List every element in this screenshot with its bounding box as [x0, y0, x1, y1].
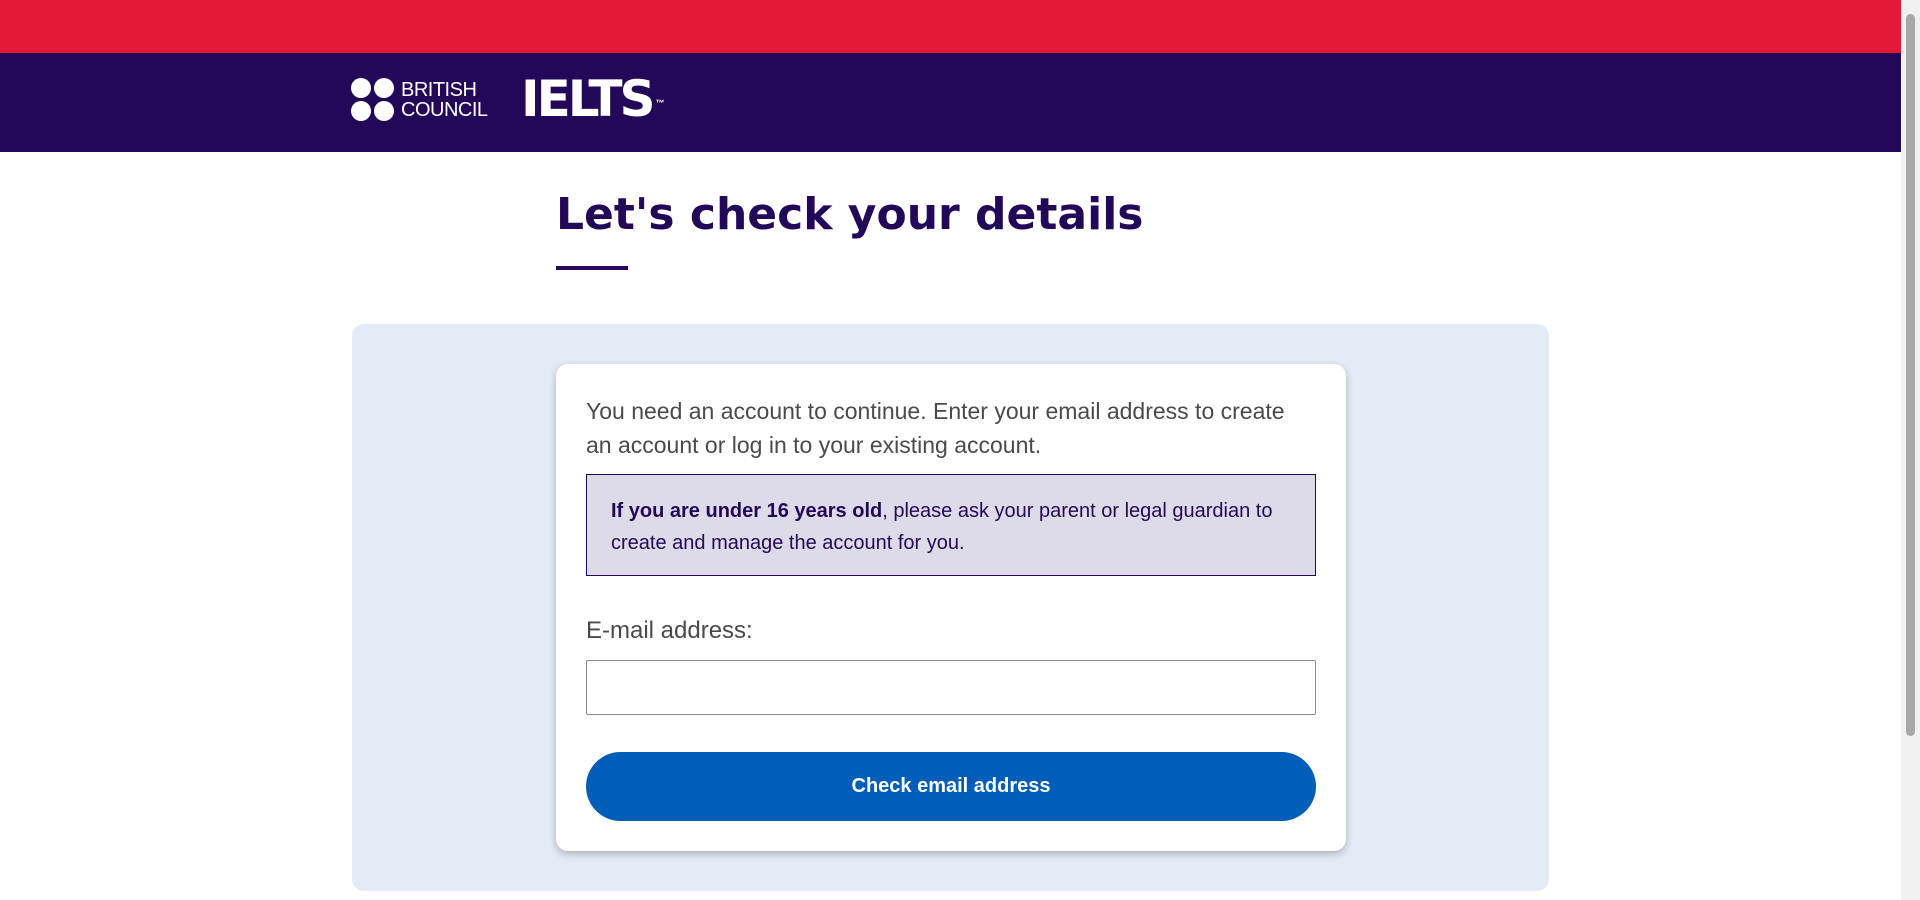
- page-title: Let's check your details: [556, 189, 1144, 240]
- title-underline: [556, 266, 628, 270]
- top-brand-strip: [0, 0, 1901, 53]
- email-label: E-mail address:: [586, 617, 753, 644]
- age-notice-bold: If you are under 16 years old: [611, 500, 883, 522]
- site-header: [0, 53, 1901, 152]
- british-council-dots-icon: [351, 78, 395, 122]
- scrollbar-thumb[interactable]: [1906, 14, 1915, 736]
- intro-text: You need an account to continue. Enter y…: [586, 398, 1285, 458]
- ielts-logo[interactable]: IELTS ™: [521, 74, 665, 124]
- age-notice: If you are under 16 years old, please as…: [586, 474, 1316, 576]
- british-council-wordmark: BRITISH COUNCIL: [401, 80, 488, 120]
- ielts-wordmark: IELTS: [521, 70, 655, 128]
- bc-line-2: COUNCIL: [401, 99, 488, 121]
- trademark-symbol: ™: [655, 98, 665, 108]
- check-email-button[interactable]: Check email address: [586, 752, 1316, 821]
- british-council-logo[interactable]: BRITISH COUNCIL: [351, 78, 501, 122]
- email-input[interactable]: [586, 660, 1316, 715]
- bc-line-1: BRITISH: [401, 79, 477, 101]
